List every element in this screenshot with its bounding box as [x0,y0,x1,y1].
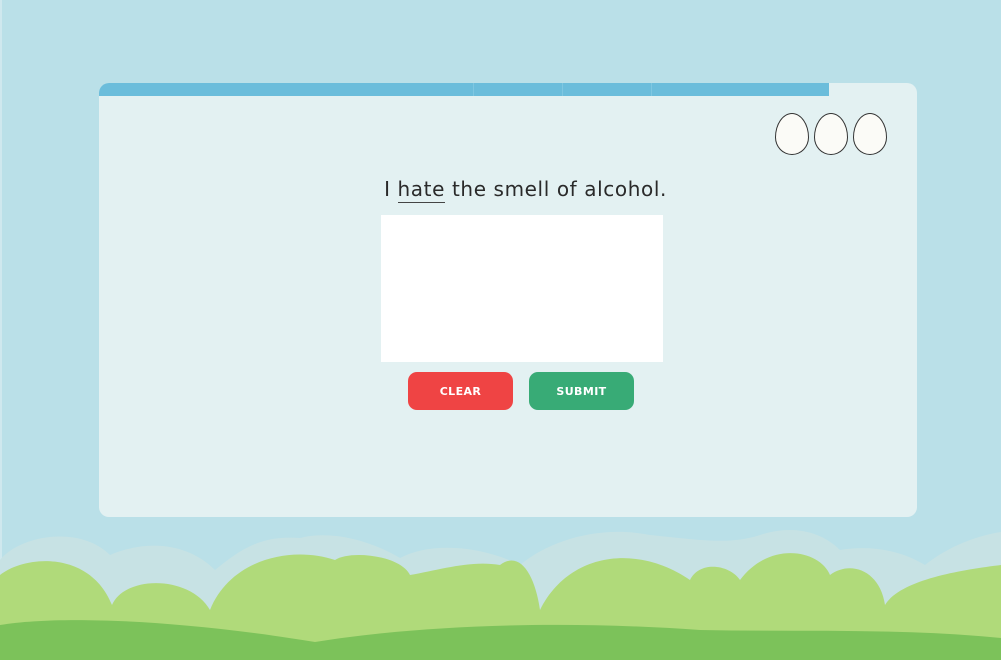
progress-segment-divider [651,83,652,96]
submit-button[interactable]: SUBMIT [529,372,634,410]
sentence-before: I [384,177,398,201]
egg-icon [853,113,887,155]
progress-bar [99,83,917,96]
progress-segment-divider [473,83,474,96]
egg-icon [814,113,848,155]
game-panel: I hate the smell of alcohol. CLEAR SUBMI… [99,83,917,517]
lives-indicator [775,113,887,155]
question-sentence: I hate the smell of alcohol. [99,177,917,203]
egg-icon [775,113,809,155]
hills-background [0,530,1001,660]
clear-button[interactable]: CLEAR [408,372,513,410]
drawing-answer-area[interactable] [381,215,663,362]
progress-segment-divider [562,83,563,96]
target-word: hate [397,177,446,203]
progress-fill [99,83,830,96]
sentence-after: the smell of alcohol. [445,177,667,201]
